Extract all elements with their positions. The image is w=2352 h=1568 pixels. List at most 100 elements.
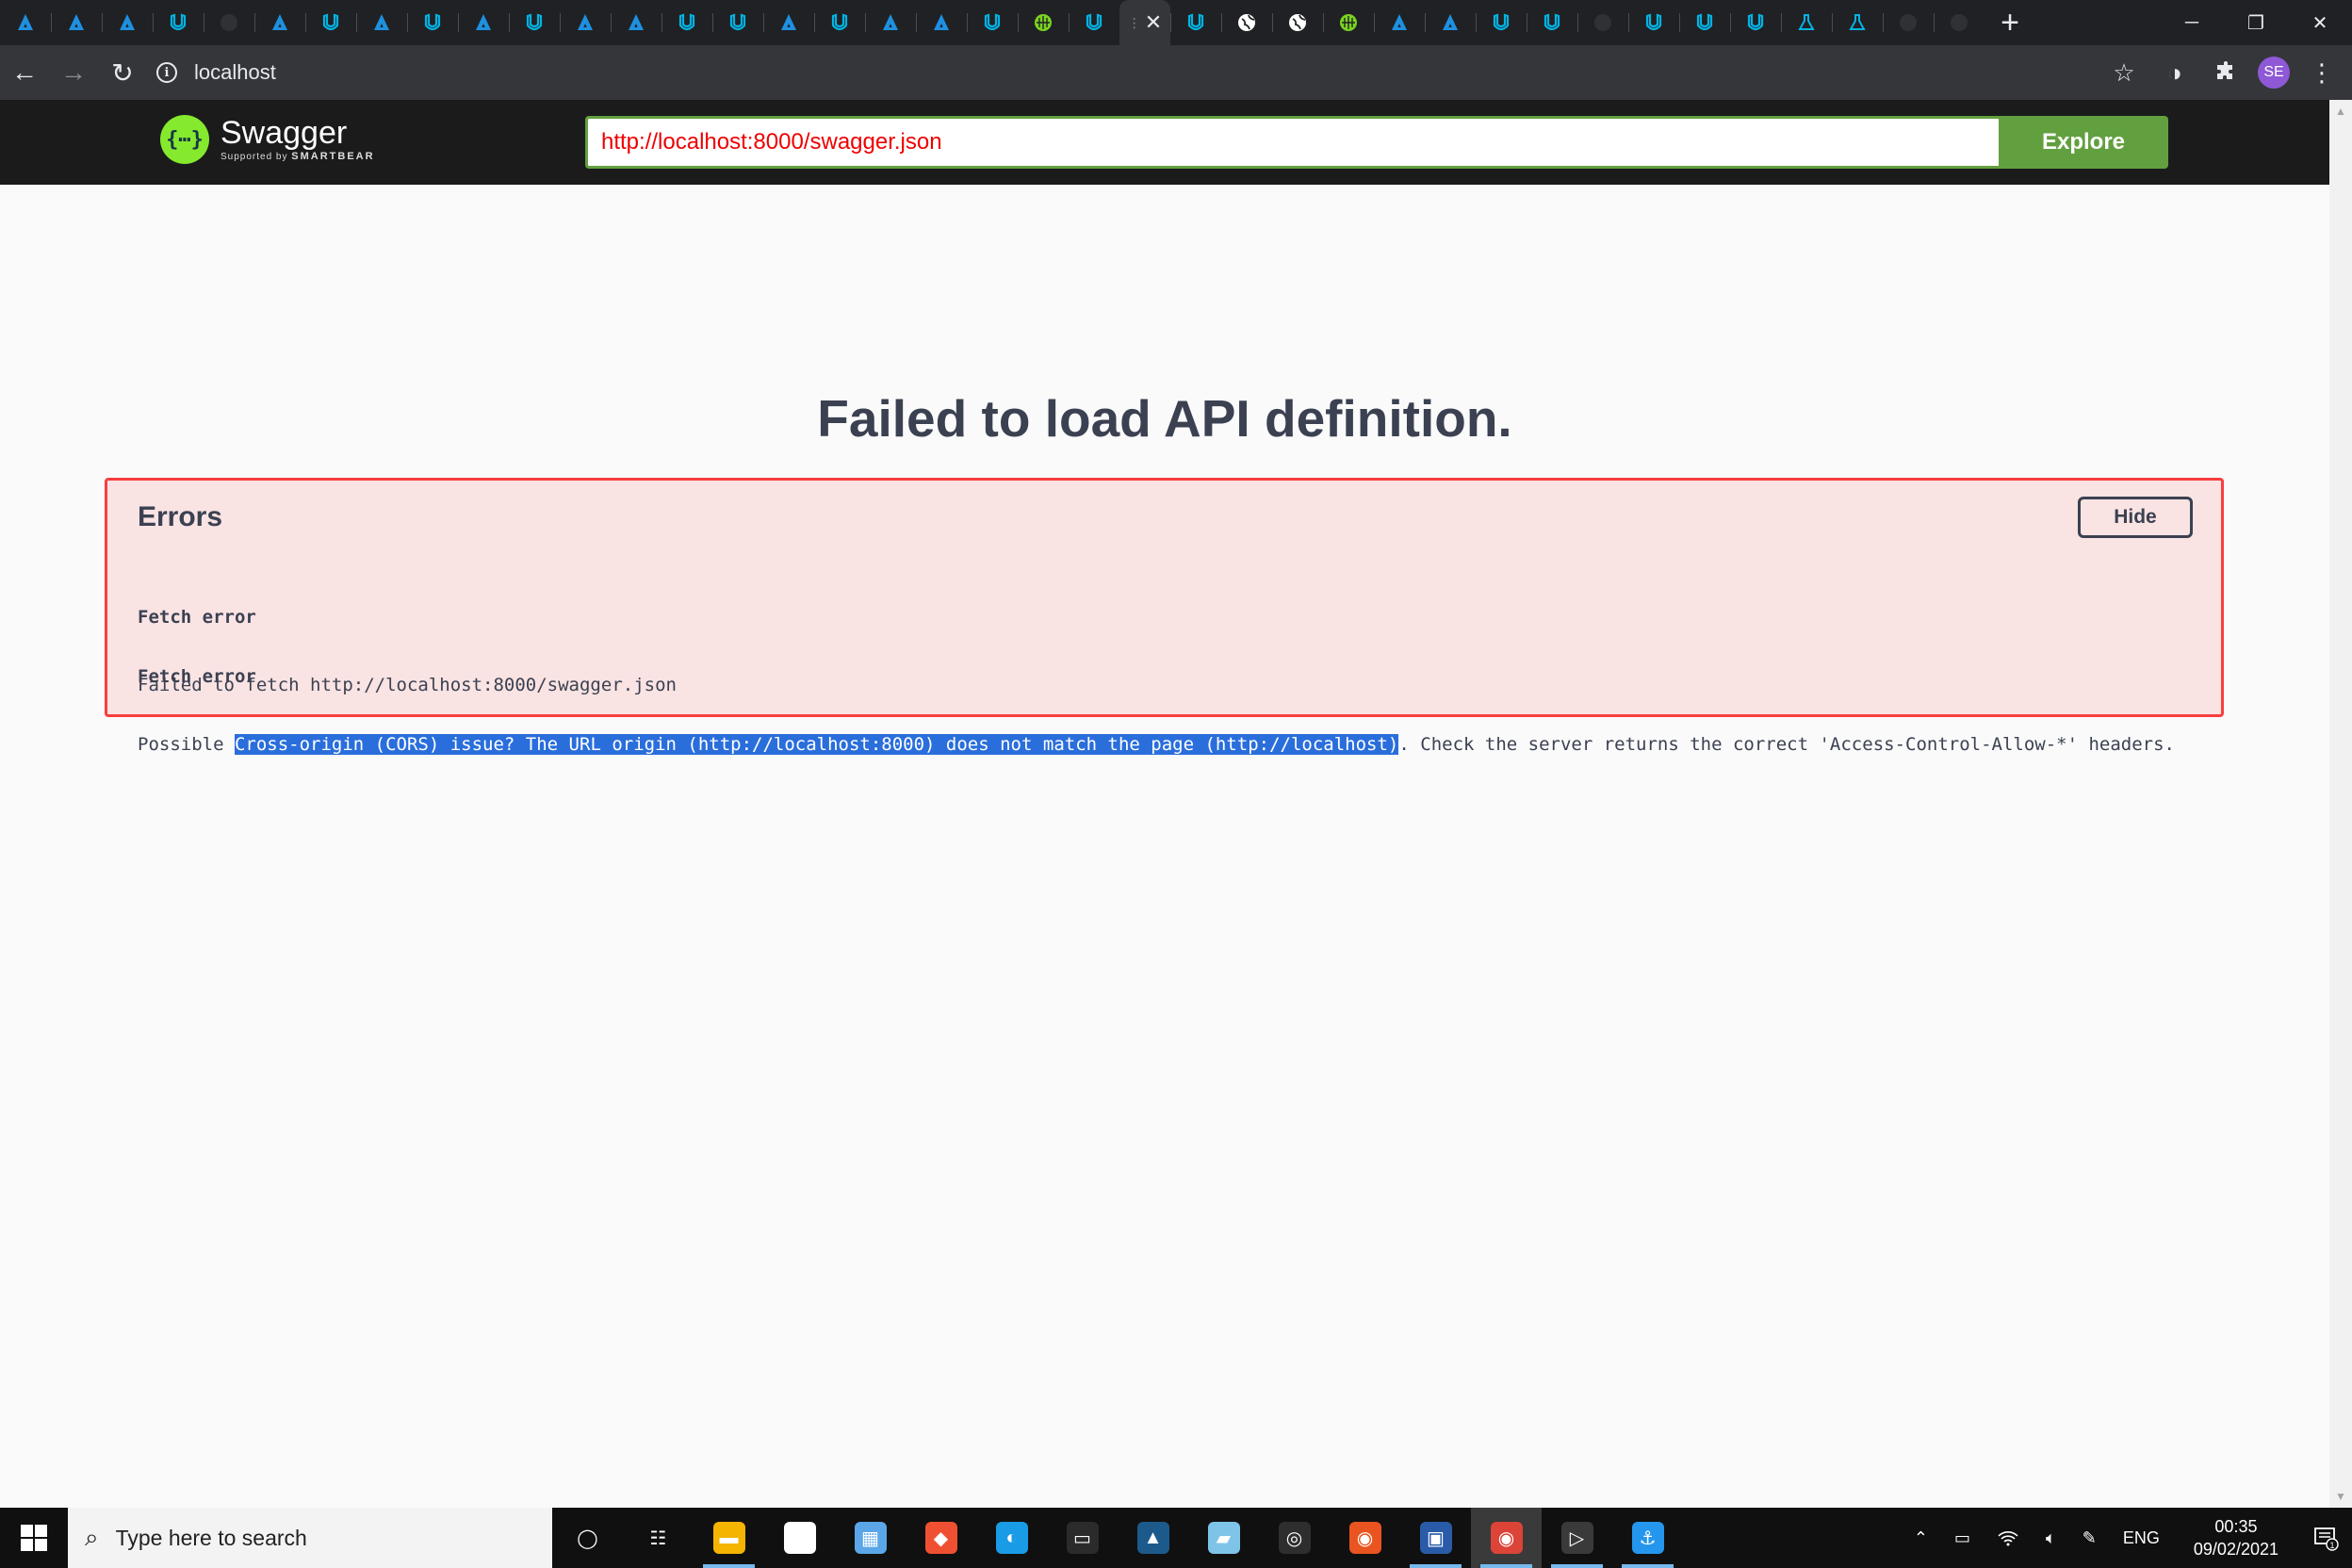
tab[interactable] [560,0,611,45]
azure-favicon-icon [778,12,799,33]
tab[interactable] [153,0,204,45]
taskbar-terminal[interactable]: ▭ [1047,1508,1118,1568]
tab[interactable] [356,0,407,45]
swagger-logo[interactable]: {⋯} Swagger Supported by SMARTBEAR [160,115,375,164]
close-icon[interactable]: ✕ [2288,0,2352,45]
tab[interactable] [1272,0,1323,45]
hide-errors-button[interactable]: Hide [2078,497,2193,538]
tab[interactable] [254,0,305,45]
tab[interactable] [1679,0,1730,45]
tab[interactable] [458,0,509,45]
taskbar-edge[interactable]: ◐ [976,1508,1047,1568]
taskbar-video-editor[interactable]: ▤ [764,1508,835,1568]
tab[interactable] [1018,0,1069,45]
battery-icon[interactable]: ▭ [1941,1508,1984,1568]
tab[interactable] [611,0,662,45]
taskbar-windows-terminal[interactable]: ▷ [1542,1508,1612,1568]
tab-loading-icon: ⋮ [1127,14,1141,30]
restore-icon[interactable]: ❐ [2224,0,2288,45]
tab[interactable] [1069,0,1119,45]
minimize-icon[interactable]: ─ [2160,0,2224,45]
taskbar-search-box[interactable]: ⌕ Type here to search [68,1508,552,1568]
extensions-puzzle-icon[interactable] [2207,54,2245,91]
tab[interactable] [102,0,153,45]
flask-favicon-icon [1796,12,1817,33]
clock[interactable]: 00:35 09/02/2021 [2173,1515,2299,1560]
explore-button[interactable]: Explore [1999,116,2168,169]
menu-kebab-icon[interactable]: ⋮ [2303,54,2341,91]
profile-avatar[interactable]: SE [2258,57,2290,89]
tab[interactable] [1730,0,1781,45]
browser-toolbar: ← → ↻ i localhost ☆ ◑ SE ⋮ [0,45,2352,100]
tab[interactable] [1221,0,1272,45]
taskbar-obs[interactable]: ◎ [1259,1508,1330,1568]
taskbar-task-view[interactable]: ☷ [623,1508,694,1568]
taskbar-notepad[interactable]: ▰ [1188,1508,1259,1568]
taskbar-azure-studio[interactable]: ▲ [1118,1508,1188,1568]
tray-overflow-icon[interactable]: ⌃ [1901,1508,1941,1568]
tab[interactable] [1170,0,1221,45]
tab[interactable] [1323,0,1374,45]
tab[interactable] [204,0,254,45]
udacity-favicon-icon [829,12,850,33]
tab[interactable] [509,0,560,45]
spec-url-input[interactable] [585,116,1999,169]
tab-close-icon[interactable]: ✕ [1145,12,1162,33]
tab[interactable] [1577,0,1628,45]
tab[interactable] [1781,0,1832,45]
azure-favicon-icon [473,12,494,33]
tab[interactable] [1374,0,1425,45]
tab[interactable] [967,0,1018,45]
back-icon[interactable]: ← [0,45,49,100]
remote-desktop-icon: ▣ [1419,1522,1452,1554]
taskbar-paint[interactable]: ▦ [835,1508,906,1568]
scroll-down-icon[interactable]: ▼ [2329,1485,2352,1508]
forward-icon[interactable]: → [49,45,98,100]
taskbar-cortana[interactable]: ◯ [552,1508,623,1568]
scroll-up-icon[interactable]: ▲ [2329,100,2352,122]
git-icon: ◆ [924,1522,957,1554]
pen-icon[interactable]: ✎ [2069,1508,2110,1568]
address-bar[interactable]: i localhost [156,54,276,91]
page-scrollbar[interactable]: ▲ ▼ [2329,100,2352,1508]
azure-favicon-icon [1440,12,1461,33]
address-text[interactable]: localhost [194,60,276,85]
tab[interactable] [305,0,356,45]
tab[interactable] [662,0,712,45]
udacity-favicon-icon [422,12,443,33]
taskbar-git[interactable]: ◆ [906,1508,976,1568]
notification-center-icon[interactable]: 1 [2299,1508,2352,1568]
tab-active[interactable]: ⋮ ✕ [1119,0,1170,45]
taskbar-docker[interactable]: ⚓ [1612,1508,1683,1568]
taskbar-chrome[interactable]: ◉ [1471,1508,1542,1568]
tab[interactable] [51,0,102,45]
tab[interactable] [916,0,967,45]
site-info-icon[interactable]: i [156,62,177,83]
github-favicon-icon [1898,12,1919,33]
tab[interactable] [865,0,916,45]
tab[interactable] [712,0,763,45]
tab[interactable] [1934,0,1984,45]
tab[interactable] [1425,0,1476,45]
tab[interactable] [407,0,458,45]
tab[interactable] [1883,0,1934,45]
reload-icon[interactable]: ↻ [98,45,147,100]
new-tab-button[interactable]: + [1984,0,2035,45]
tab[interactable] [1832,0,1883,45]
dark-mode-extension-icon[interactable]: ◑ [2156,54,2194,91]
language-indicator[interactable]: ENG [2110,1508,2173,1568]
taskbar-file-explorer[interactable]: ▬ [694,1508,764,1568]
windows-start-icon[interactable] [0,1508,68,1568]
tab[interactable] [1527,0,1577,45]
tab[interactable] [0,0,51,45]
tab[interactable] [1476,0,1527,45]
wifi-icon[interactable] [1984,1508,2033,1568]
bookmark-star-icon[interactable]: ☆ [2105,54,2143,91]
tab[interactable] [763,0,814,45]
tab[interactable] [814,0,865,45]
taskbar-ubuntu[interactable]: ◉ [1330,1508,1400,1568]
tab[interactable] [1628,0,1679,45]
taskbar-remote-desktop[interactable]: ▣ [1400,1508,1471,1568]
volume-icon[interactable]: 🔈︎ [2033,1508,2069,1568]
github-favicon-icon [1949,12,1969,33]
